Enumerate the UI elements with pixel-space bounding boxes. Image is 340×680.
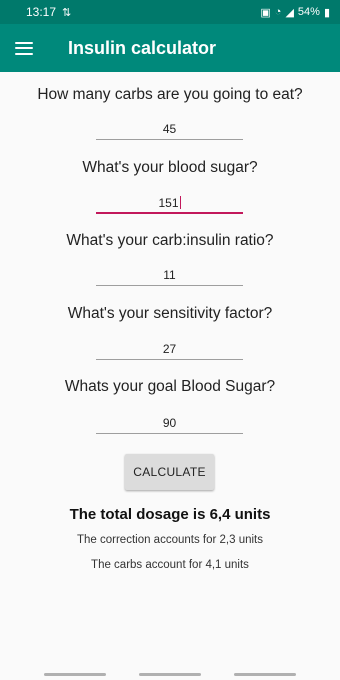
correction-result: The correction accounts for 2,3 units [76,534,263,546]
carbs-value: 45 [162,122,177,136]
sensitivity-input[interactable]: 27 [96,336,243,360]
battery-icon: ▮ [323,6,330,19]
status-icons: ▣ ◔ ◢ 54% ▮ [260,6,330,19]
carbs-input[interactable]: 45 [96,116,243,140]
app-title: Insulin calculator [68,37,217,58]
nav-hint-center [139,673,201,676]
carbs-question: How many carbs are you going to eat? [37,86,303,103]
blood-sugar-value: 151 [158,196,179,210]
sensitivity-question: What's your sensitivity factor? [67,305,273,322]
wifi-icon: ◔ [274,6,282,18]
ratio-value: 11 [163,268,176,282]
carbs-result: The carbs account for 4,1 units [91,559,249,571]
total-dosage: The total dosage is 6,4 units [69,506,271,523]
ratio-question: What's your carb:insulin ratio? [66,232,274,249]
battery-percent: 54% [297,6,320,18]
text-cursor [179,196,181,209]
status-bar: 13:17 ⇅ ▣ ◔ ◢ 54% ▮ [0,0,340,24]
blood-sugar-question: What's your blood sugar? [82,159,258,176]
status-time: 13:17 [26,5,57,19]
nav-hint-left [44,673,106,676]
ratio-input[interactable]: 11 [96,262,243,286]
goal-value: 90 [162,416,177,430]
nav-hint-right [234,673,296,676]
blood-sugar-input[interactable]: 151 [96,190,243,214]
calculate-button[interactable]: CALCULATE [125,454,214,490]
nfc-icon: ▣ [260,6,271,19]
goal-input[interactable]: 90 [96,410,243,434]
signal-arrows-icon: ⇅ [62,6,72,19]
sensitivity-value: 27 [162,342,177,356]
goal-question: Whats your goal Blood Sugar? [64,378,276,395]
signal-icon: ◢ [285,6,294,19]
app-bar: Insulin calculator [0,24,340,72]
hamburger-menu-icon[interactable] [0,24,48,72]
